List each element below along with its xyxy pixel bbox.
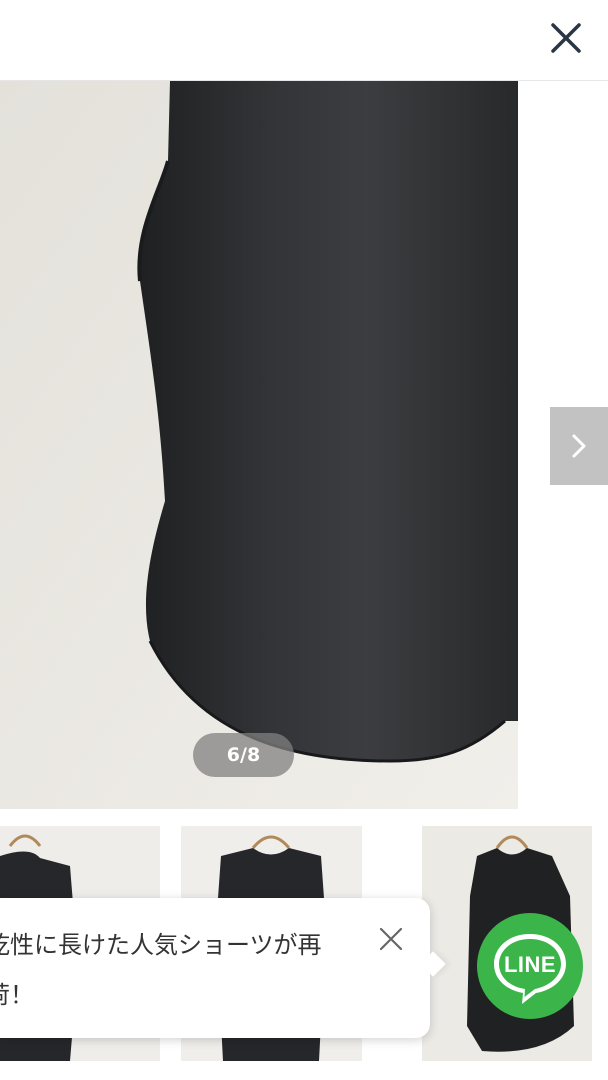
product-photo (0, 81, 518, 809)
close-icon (379, 927, 403, 951)
line-button-label: LINE (503, 952, 557, 977)
next-image-button[interactable] (550, 407, 608, 485)
toast-message[interactable]: 乾性に長けた人気ショーツが再 荷！ (0, 920, 386, 1020)
toast-line-1: 乾性に長けた人気ショーツが再 (0, 931, 322, 959)
toast-close-button[interactable] (372, 920, 410, 958)
close-icon (551, 23, 581, 53)
close-button[interactable] (546, 18, 586, 58)
product-main-image[interactable] (0, 81, 518, 809)
notification-toast: 乾性に長けた人気ショーツが再 荷！ (0, 898, 430, 1038)
viewer-header (0, 0, 608, 81)
chevron-right-icon (572, 434, 586, 458)
line-chat-button[interactable]: LINE (476, 912, 584, 1020)
toast-line-2: 荷！ (0, 981, 34, 1009)
image-counter: 6/8 (193, 733, 294, 777)
